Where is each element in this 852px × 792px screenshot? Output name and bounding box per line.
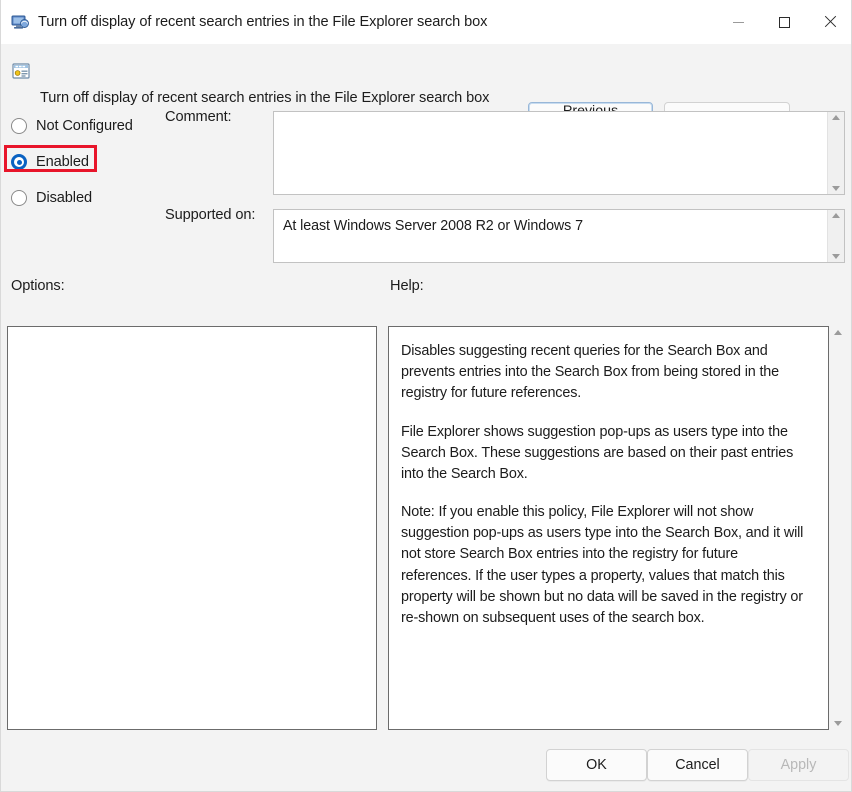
scroll-up-icon[interactable]: [832, 213, 840, 218]
supported-on-text: At least Windows Server 2008 R2 or Windo…: [283, 218, 583, 234]
help-label: Help:: [390, 278, 424, 294]
policy-setting-dialog: Turn off display of recent search entrie…: [0, 0, 852, 792]
setting-header: Turn off display of recent search entrie…: [1, 44, 851, 135]
caption-button-group: [715, 0, 851, 44]
help-paragraph: Disables suggesting recent queries for t…: [401, 343, 780, 402]
comment-scrollbar[interactable]: [827, 112, 844, 194]
options-label: Options:: [11, 278, 65, 294]
setting-title: Turn off display of recent search entrie…: [40, 90, 490, 106]
title-bar: Turn off display of recent search entrie…: [1, 0, 851, 44]
policy-monitor-icon: [11, 13, 29, 31]
radio-not-configured[interactable]: Not Configured: [11, 108, 161, 144]
comment-text[interactable]: [274, 112, 827, 194]
options-panel[interactable]: [7, 326, 377, 730]
radio-unchecked-icon: [11, 118, 27, 134]
policy-setting-icon: [11, 61, 31, 81]
comment-label: Comment:: [165, 109, 232, 125]
cancel-button[interactable]: Cancel: [647, 749, 748, 781]
radio-enabled[interactable]: Enabled: [11, 144, 161, 180]
window-title: Turn off display of recent search entrie…: [38, 14, 488, 30]
help-panel[interactable]: Disables suggesting recent queries for t…: [388, 326, 829, 730]
radio-disabled[interactable]: Disabled: [11, 180, 161, 216]
minimize-icon: [732, 21, 744, 23]
help-scrollbar[interactable]: [829, 326, 846, 730]
help-paragraph: Note: If you enable this policy, File Ex…: [401, 504, 804, 626]
ok-button[interactable]: OK: [546, 749, 647, 781]
radio-disabled-label: Disabled: [36, 190, 92, 206]
close-icon: [823, 15, 837, 29]
setting-state-radio-group: Not Configured Enabled Disabled: [11, 108, 161, 216]
minimize-button[interactable]: [715, 0, 761, 44]
help-panel-container: Disables suggesting recent queries for t…: [388, 326, 846, 730]
supported-on-field[interactable]: At least Windows Server 2008 R2 or Windo…: [273, 209, 845, 263]
scroll-up-icon[interactable]: [832, 115, 840, 120]
radio-enabled-label: Enabled: [36, 154, 89, 170]
radio-checked-icon: [11, 154, 27, 170]
close-button[interactable]: [807, 0, 851, 44]
radio-unchecked-icon: [11, 190, 27, 206]
scroll-down-icon[interactable]: [833, 721, 842, 726]
maximize-icon: [778, 16, 790, 28]
supported-on-label: Supported on:: [165, 207, 256, 223]
apply-button: Apply: [748, 749, 849, 781]
scroll-down-icon[interactable]: [832, 254, 840, 259]
comment-field[interactable]: [273, 111, 845, 195]
maximize-button[interactable]: [761, 0, 807, 44]
supported-on-scrollbar[interactable]: [827, 210, 844, 262]
scroll-down-icon[interactable]: [832, 186, 840, 191]
help-paragraph: File Explorer shows suggestion pop-ups a…: [401, 423, 794, 482]
radio-not-configured-label: Not Configured: [36, 118, 133, 134]
scroll-up-icon[interactable]: [833, 330, 842, 335]
